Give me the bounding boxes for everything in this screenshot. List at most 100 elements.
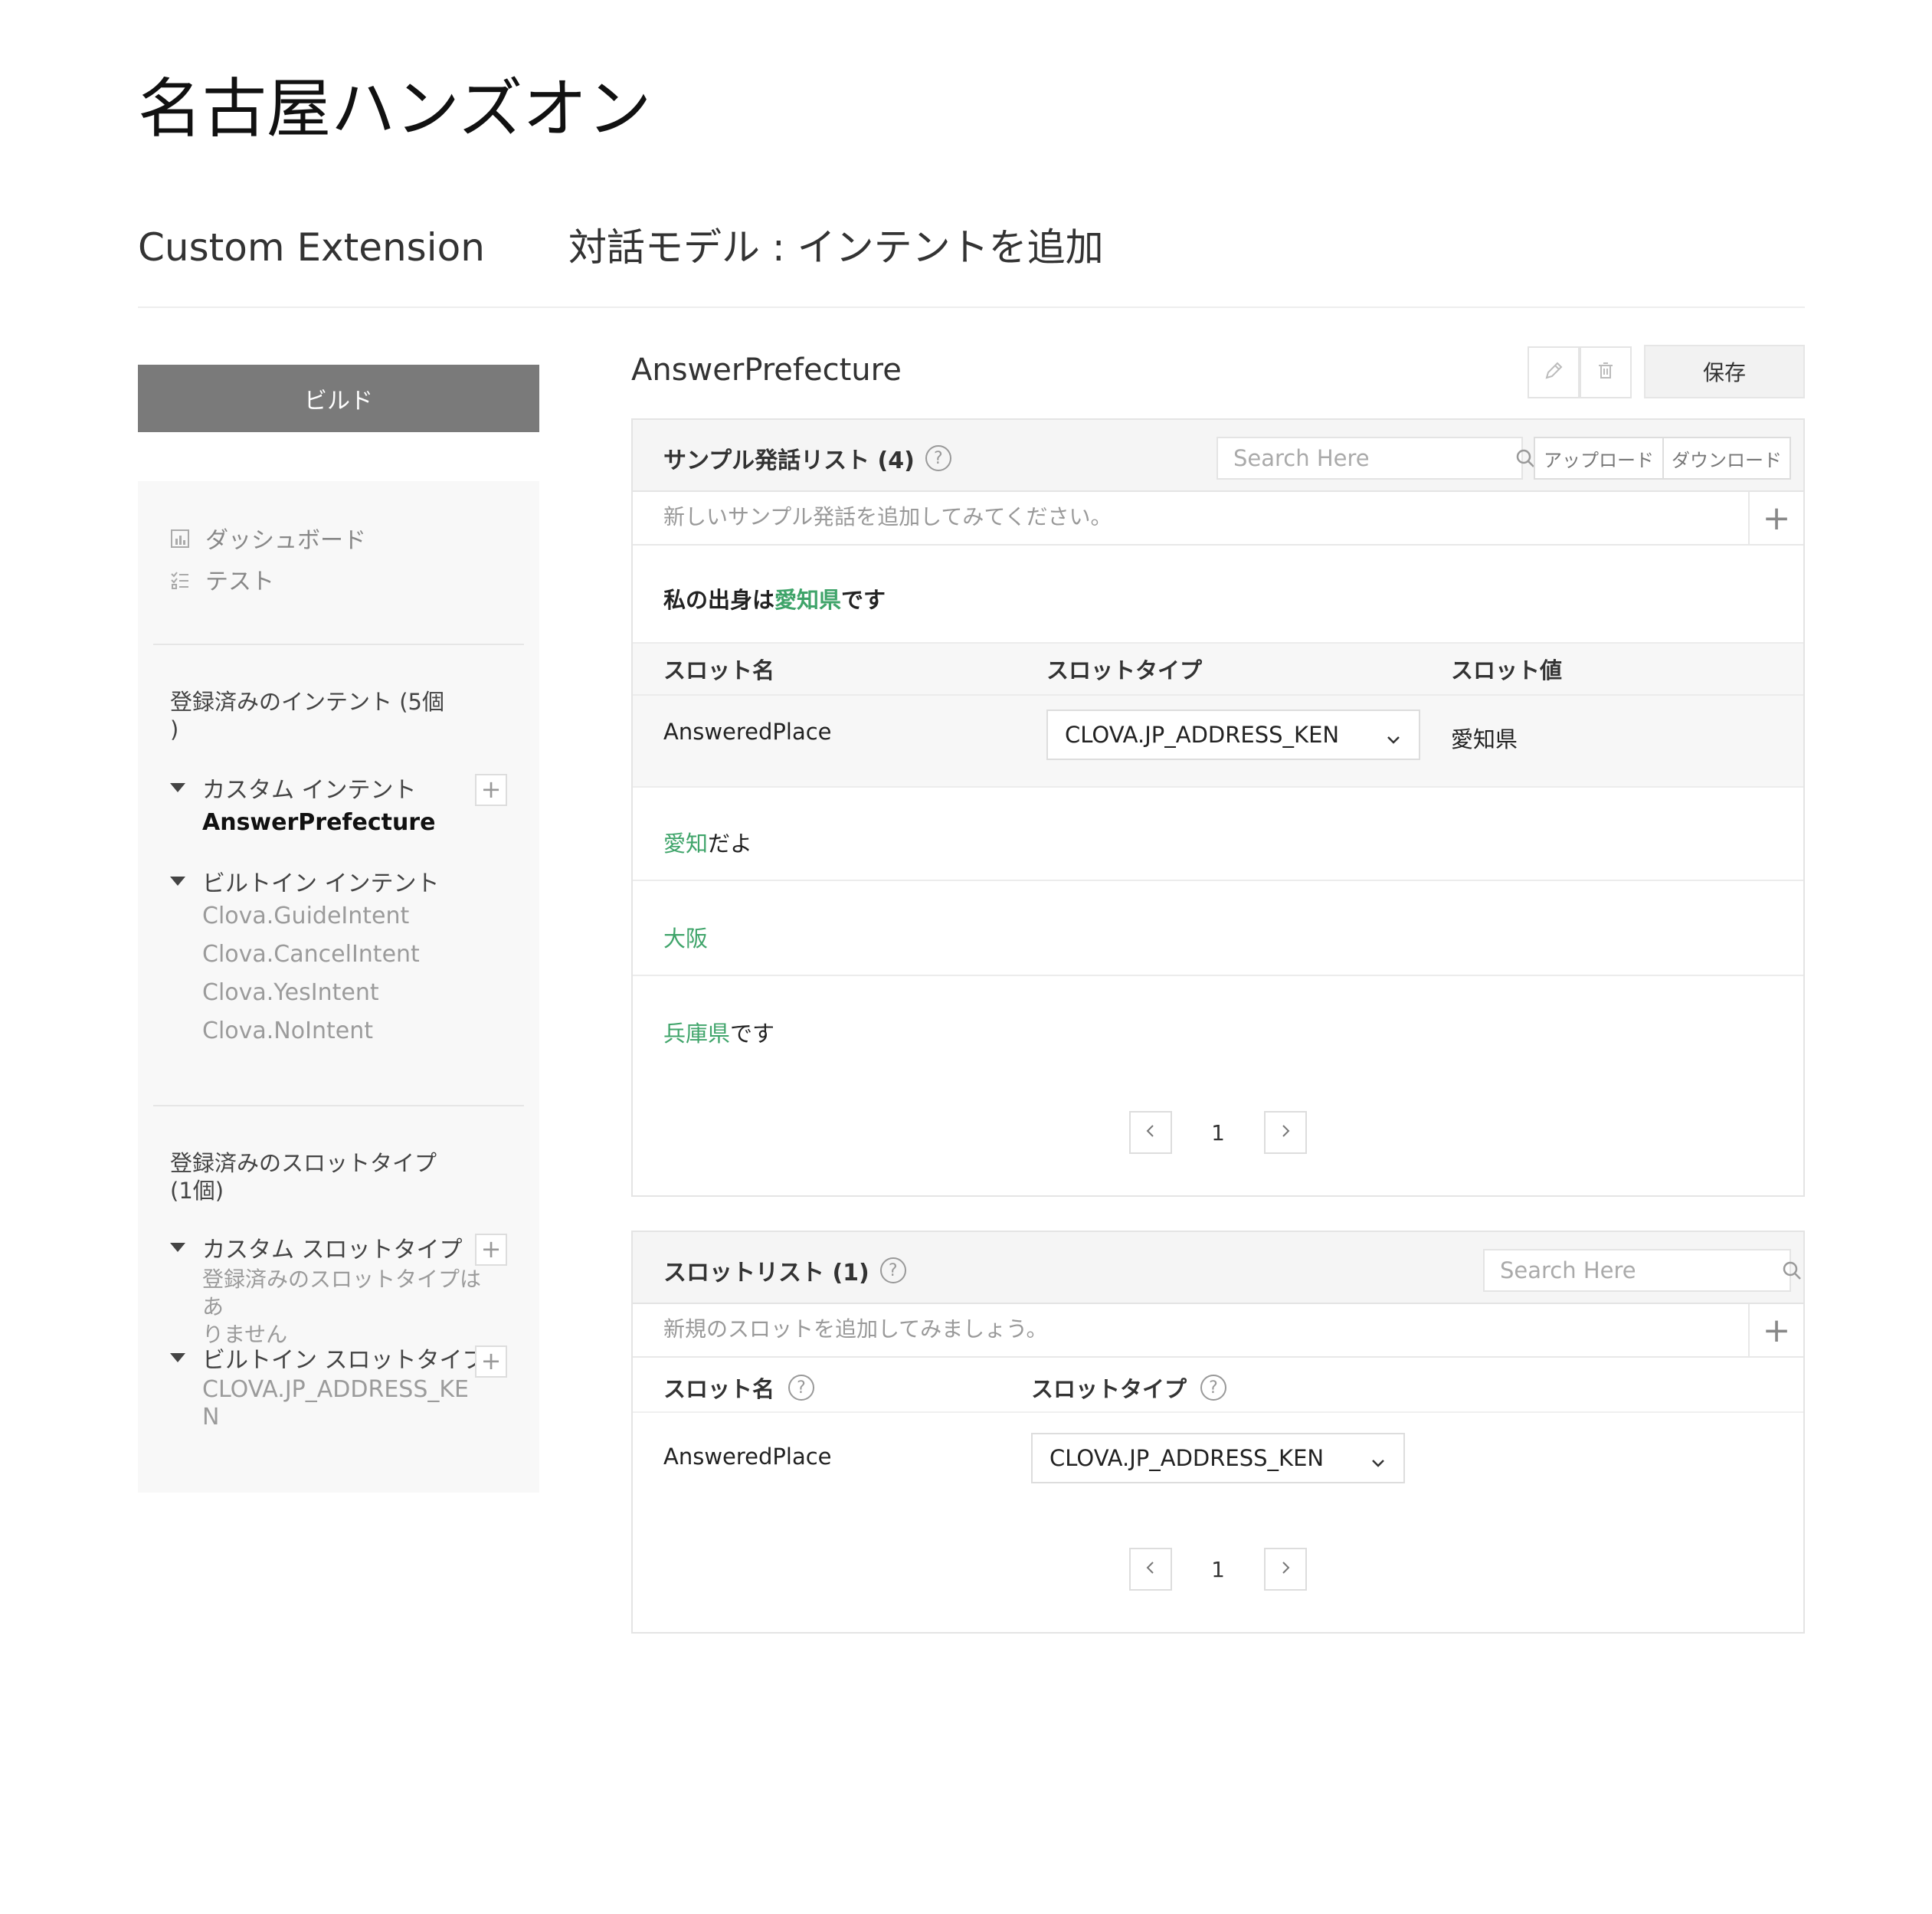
add-builtin-slot-type-button[interactable]: + [475, 1345, 507, 1378]
chevron-down-icon [1370, 1451, 1387, 1477]
intents-heading: 登録済みのインテント (5個 ) [170, 689, 444, 742]
caret-down-icon [170, 1353, 185, 1362]
sidebar-divider [153, 644, 524, 645]
intent-item-guide[interactable]: Clova.GuideIntent [202, 903, 409, 929]
add-custom-intent-button[interactable]: + [475, 774, 507, 806]
slot-search-box [1483, 1249, 1801, 1292]
header-divider [138, 306, 1805, 308]
builtin-intents-toggle[interactable]: ビルトイン インテント [170, 864, 440, 898]
utterance-item[interactable]: 兵庫県です [663, 1016, 774, 1048]
custom-slot-types-toggle[interactable]: カスタム スロットタイプ [170, 1231, 463, 1264]
chevron-left-icon [1143, 1123, 1158, 1142]
slot-type-select[interactable]: CLOVA.JP_ADDRESS_KEN [1031, 1433, 1405, 1483]
section-title: Custom Extension [138, 225, 485, 270]
column-header-slot-value: スロット値 [1451, 657, 1563, 683]
column-header-slot-type: スロットタイプ ? [1031, 1372, 1227, 1404]
chart-icon [170, 528, 190, 548]
chevron-right-icon [1278, 1123, 1293, 1142]
slots-panel-header: スロットリスト (1) ? [633, 1232, 1803, 1304]
add-utterance-input[interactable] [663, 504, 1736, 529]
help-icon[interactable]: ? [925, 445, 951, 471]
slot-type-select[interactable]: CLOVA.JP_ADDRESS_KEN [1046, 710, 1420, 760]
slot-highlight[interactable]: 大阪 [663, 926, 708, 952]
chevron-left-icon [1143, 1560, 1158, 1578]
utterance-item[interactable]: 私の出身は愛知県です [663, 582, 886, 615]
page-number: 1 [1211, 1119, 1225, 1145]
intent-item-no[interactable]: Clova.NoIntent [202, 1018, 373, 1044]
search-icon[interactable] [1781, 1260, 1803, 1281]
upload-button[interactable]: アップロード [1534, 437, 1664, 480]
help-icon[interactable]: ? [1200, 1375, 1227, 1401]
sidebar-item-dashboard[interactable]: ダッシュボード [170, 521, 366, 555]
prev-page-button[interactable] [1129, 1111, 1172, 1154]
add-slot-input[interactable] [663, 1316, 1736, 1342]
intent-item-yes[interactable]: Clova.YesIntent [202, 979, 379, 1006]
app-title: 名古屋ハンズオン [138, 71, 652, 146]
utterance-divider [633, 880, 1803, 881]
prev-page-button[interactable] [1129, 1548, 1172, 1591]
utterance-slot-table: スロット名 スロットタイプ スロット値 AnsweredPlace CLOVA.… [633, 642, 1803, 788]
download-button[interactable]: ダウンロード [1662, 437, 1791, 480]
utterances-pagination: 1 [633, 1111, 1803, 1154]
utterance-item[interactable]: 愛知だよ [663, 826, 752, 858]
slot-type-item-address-ken[interactable]: CLOVA.JP_ADDRESS_KE N [202, 1376, 493, 1431]
slot-types-heading: 登録済みのスロットタイプ (1個) [170, 1150, 437, 1204]
sidebar-divider [153, 1105, 524, 1106]
custom-intents-toggle[interactable]: カスタム インテント [170, 771, 417, 805]
help-icon[interactable]: ? [879, 1257, 906, 1283]
next-page-button[interactable] [1264, 1548, 1307, 1591]
slot-highlight[interactable]: 愛知 [663, 831, 708, 857]
next-page-button[interactable] [1264, 1111, 1307, 1154]
slot-value-cell[interactable]: 愛知県 [1451, 722, 1518, 754]
slot-name-link[interactable]: AnsweredPlace [663, 1444, 832, 1470]
help-icon[interactable]: ? [788, 1375, 815, 1401]
sidebar: ダッシュボード テスト 登録済みのインテント (5個 ) カスタム インテント … [138, 481, 539, 1493]
custom-slot-types-empty: 登録済みのスロットタイプはあ りません [202, 1267, 482, 1347]
slot-search-input[interactable] [1485, 1257, 1781, 1283]
slot-highlight[interactable]: 愛知県 [774, 587, 841, 613]
slots-pagination: 1 [633, 1548, 1803, 1591]
save-button[interactable]: 保存 [1644, 345, 1805, 398]
caret-down-icon [170, 1243, 185, 1252]
delete-button[interactable] [1580, 346, 1632, 398]
utterance-search-input[interactable] [1218, 445, 1514, 471]
slots-panel: スロットリスト (1) ? + スロット名 ? スロットタイプ ? Answer… [631, 1231, 1805, 1634]
utterance-item[interactable]: 大阪 [663, 921, 708, 953]
add-utterance-button[interactable]: + [1748, 492, 1803, 544]
trash-icon [1594, 359, 1617, 385]
utterances-panel: サンプル発話リスト (4) ? アップロード ダウンロード + 私の出身は愛知県… [631, 418, 1805, 1197]
slot-name-cell: AnsweredPlace [663, 719, 832, 745]
intent-item-cancel[interactable]: Clova.CancelIntent [202, 941, 420, 968]
intent-item-answerprefecture[interactable]: AnswerPrefecture [202, 809, 435, 836]
search-icon[interactable] [1514, 447, 1536, 469]
add-slot-button[interactable]: + [1748, 1304, 1803, 1356]
caret-down-icon [170, 877, 185, 886]
checklist-icon [170, 569, 190, 589]
page-title: 対話モデル : インテントを追加 [568, 225, 1104, 270]
slots-panel-title: スロットリスト (1) ? [663, 1254, 906, 1287]
column-header-slot-name: スロット名 [663, 657, 775, 683]
builtin-slot-types-toggle[interactable]: ビルトイン スロットタイプ [170, 1341, 486, 1375]
column-header-slot-type: スロットタイプ [1046, 657, 1203, 683]
page-number: 1 [1211, 1556, 1225, 1582]
slot-highlight[interactable]: 兵庫県 [663, 1021, 730, 1047]
chevron-right-icon [1278, 1560, 1293, 1578]
add-slot-row: + [633, 1304, 1803, 1358]
utterances-panel-title: サンプル発話リスト (4) ? [663, 441, 951, 475]
utterance-search-box [1217, 437, 1534, 480]
utterances-panel-header: サンプル発話リスト (4) ? アップロード ダウンロード [633, 420, 1803, 492]
intent-name: AnswerPrefecture [631, 352, 902, 388]
chevron-down-icon [1385, 728, 1402, 754]
utterance-divider [633, 975, 1803, 976]
column-header-slot-name: スロット名 ? [663, 1372, 815, 1404]
caret-down-icon [170, 783, 185, 792]
table-divider [633, 1411, 1803, 1413]
pencil-icon [1542, 359, 1565, 385]
sidebar-item-test[interactable]: テスト [170, 562, 274, 596]
table-divider [633, 694, 1803, 696]
build-button[interactable]: ビルド [138, 365, 539, 432]
edit-button[interactable] [1528, 346, 1580, 398]
add-custom-slot-type-button[interactable]: + [475, 1234, 507, 1266]
sidebar-item-label: テスト [205, 569, 274, 595]
add-utterance-row: + [633, 492, 1803, 546]
